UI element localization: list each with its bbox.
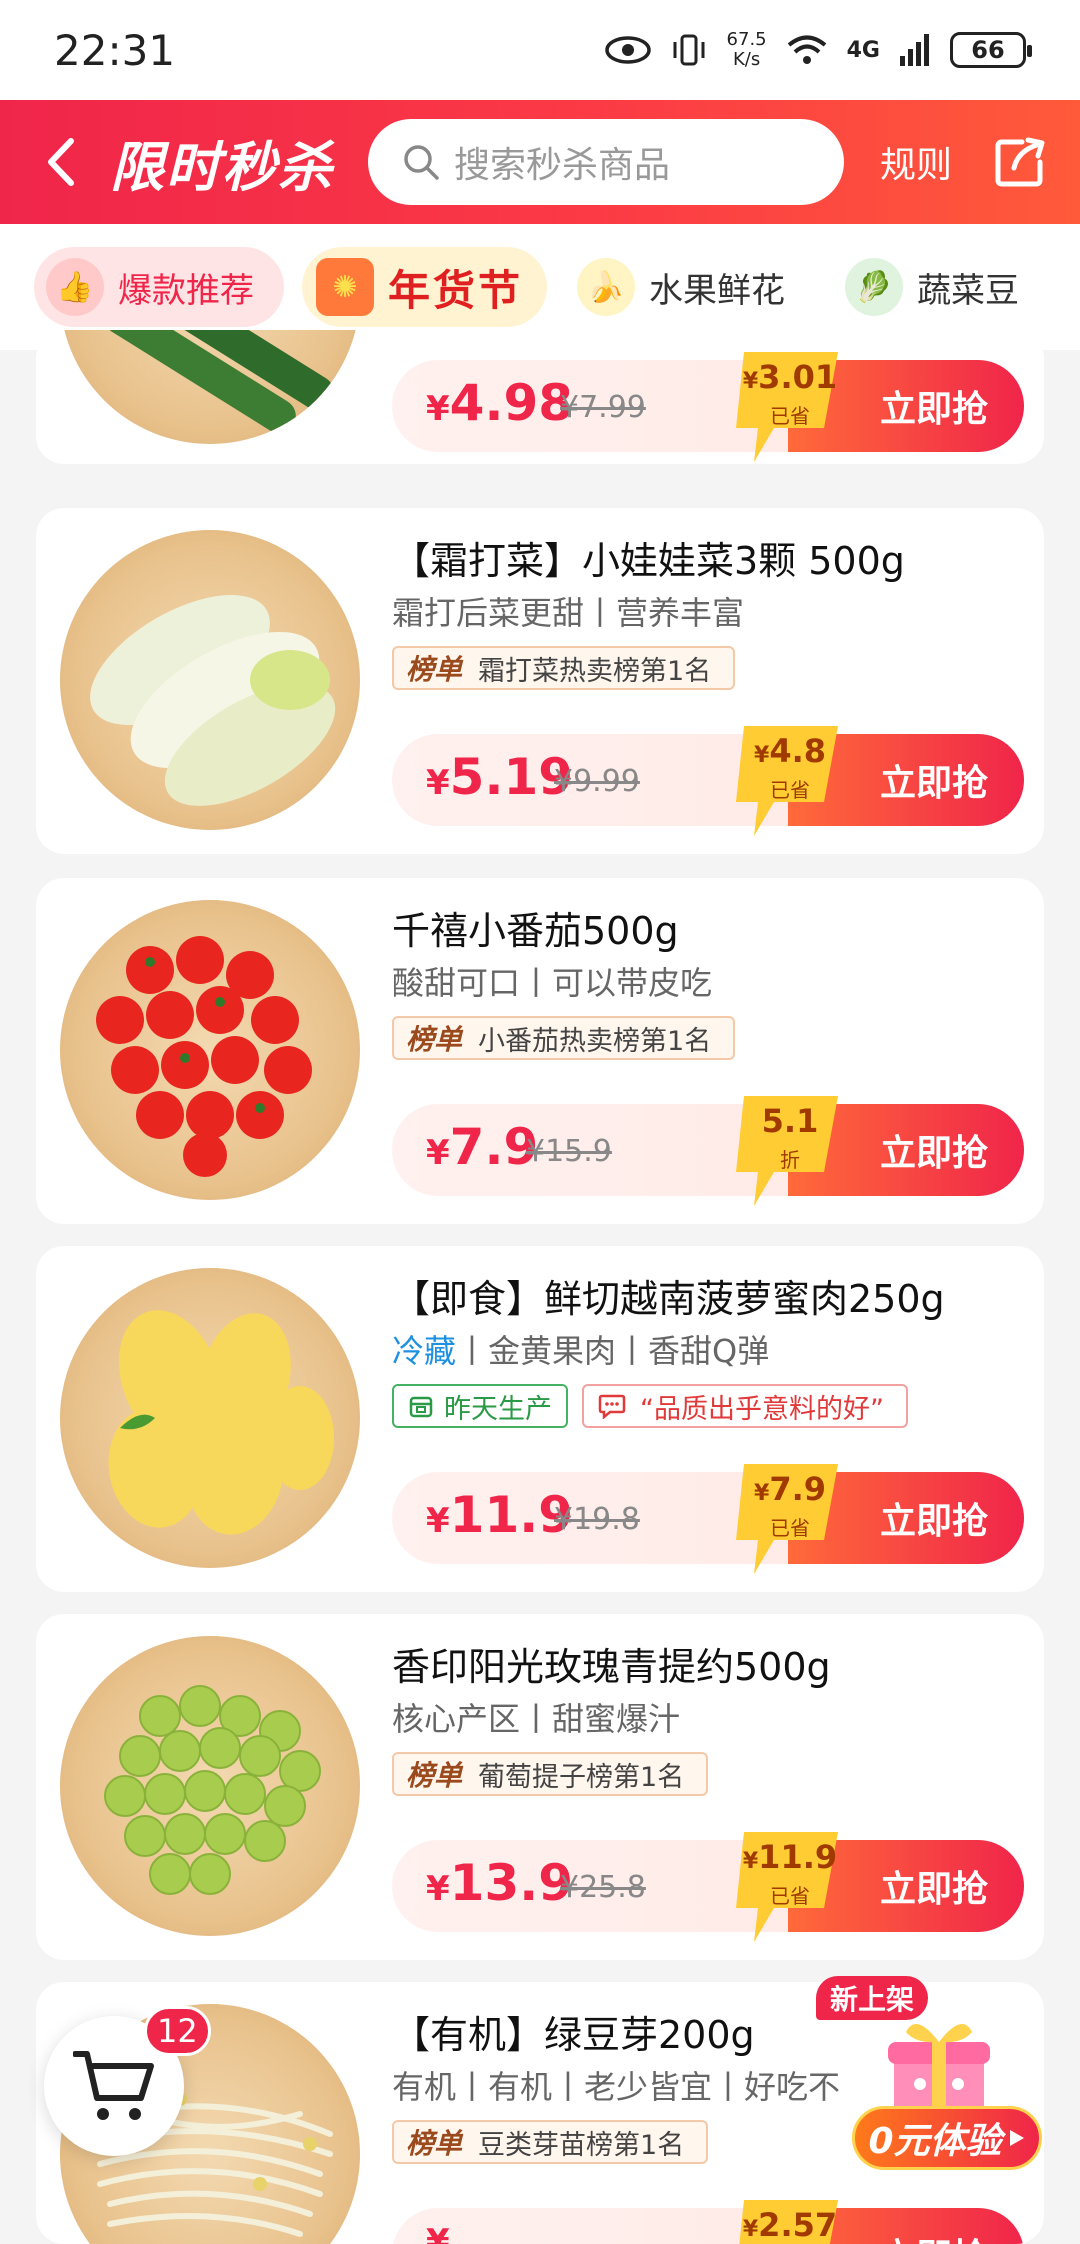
rank-badge: 榜单 豆类芽苗榜第1名 bbox=[392, 2120, 709, 2164]
product-subtitle: 有机丨有机丨老少皆宜丨好吃不 bbox=[392, 2068, 841, 2106]
net-speed: 67.5 K/s bbox=[727, 30, 767, 70]
search-placeholder: 搜索秒杀商品 bbox=[454, 145, 671, 186]
new-arrival-label: 新上架 bbox=[816, 1976, 929, 2020]
product-subtitle: 酸甜可口丨可以带皮吃 bbox=[392, 964, 713, 1002]
vibrate-icon bbox=[673, 34, 705, 66]
product-subtitle: 冷藏丨金黄果肉丨香甜Q弹 bbox=[392, 1326, 769, 1372]
battery-icon: 66 bbox=[950, 32, 1032, 68]
product-subtitle: 核心产区丨甜蜜爆汁 bbox=[392, 1700, 681, 1738]
tab-fruit-flowers[interactable]: 🍌 水果鲜花 bbox=[565, 247, 816, 327]
rules-button[interactable]: 规则 bbox=[880, 136, 952, 188]
eye-icon bbox=[604, 36, 651, 64]
share-icon[interactable] bbox=[992, 134, 1048, 190]
comment-icon bbox=[598, 1394, 626, 1419]
tab-hot-picks[interactable]: 👍 爆款推荐 bbox=[34, 247, 284, 327]
shine-muscat-grape-image bbox=[60, 1636, 360, 1936]
product-card[interactable]: 千禧小番茄500g 酸甜可口丨可以带皮吃 榜单 小番茄热卖榜第1名 ¥7.9 ¥1… bbox=[36, 878, 1044, 1224]
wifi-icon bbox=[787, 35, 826, 64]
original-price: ¥25.8 bbox=[560, 1870, 646, 1905]
banana-icon: 🍌 bbox=[577, 258, 636, 316]
tab-label: 水果鲜花 bbox=[649, 270, 786, 311]
original-price: ¥9.99 bbox=[554, 764, 640, 799]
tab-vegetables[interactable]: 🥬 蔬菜豆 bbox=[833, 247, 1050, 327]
product-title: 【即食】鲜切越南菠萝蜜肉250g bbox=[392, 1277, 945, 1321]
product-card[interactable]: 【霜打菜】小娃娃菜3颗 500g 霜打后菜更甜丨营养丰富 榜单 霜打菜热卖榜第1名… bbox=[36, 508, 1044, 854]
page-title: 限时秒杀 bbox=[110, 135, 334, 199]
sale-price: ¥4.98 bbox=[426, 374, 574, 432]
price-bar: ¥4.98 ¥7.99 立即抢 ¥3.01 已省 bbox=[392, 352, 1024, 462]
network-type: 4G bbox=[846, 37, 880, 63]
sale-price: ¥7.9 bbox=[426, 1118, 539, 1176]
price-bar: ¥ 立即抢 ¥2.57 bbox=[392, 2200, 1024, 2244]
battery-level: 66 bbox=[971, 36, 1005, 64]
product-title: 【霜打菜】小娃娃菜3颗 500g bbox=[392, 539, 905, 583]
tab-label: 蔬菜豆 bbox=[917, 270, 1020, 311]
free-trial-promo[interactable]: 新上架 0元体验 bbox=[816, 1976, 1048, 2180]
subtitle-text: 丨金黄果肉丨香甜Q弹 bbox=[456, 1332, 770, 1370]
original-price: ¥19.8 bbox=[554, 1502, 640, 1537]
saving-badge: ¥3.01 已省 bbox=[734, 348, 846, 464]
original-price: ¥7.99 bbox=[560, 390, 646, 425]
saving-badge: ¥4.8 已省 bbox=[734, 722, 846, 840]
sale-price: ¥5.19 bbox=[426, 748, 574, 806]
discount-badge: 5.1 折 bbox=[734, 1092, 846, 1210]
rank-badge: 榜单 小番茄热卖榜第1名 bbox=[392, 1016, 736, 1060]
product-card[interactable]: 香印阳光玫瑰青提约500g 核心产区丨甜蜜爆汁 榜单 葡萄提子榜第1名 ¥13.9… bbox=[36, 1614, 1044, 1960]
sale-price: ¥13.9 bbox=[426, 1854, 574, 1912]
signal-icon bbox=[900, 34, 929, 66]
product-card[interactable]: ¥4.98 ¥7.99 立即抢 ¥3.01 已省 bbox=[36, 330, 1044, 464]
jackfruit-image bbox=[60, 1268, 360, 1568]
rank-badge: 榜单 葡萄提子榜第1名 bbox=[392, 1752, 709, 1796]
product-title: 千禧小番茄500g bbox=[392, 909, 679, 953]
search-icon bbox=[404, 145, 439, 180]
thumbs-up-icon: 👍 bbox=[46, 258, 104, 316]
net-speed-unit: K/s bbox=[732, 49, 761, 70]
play-arrow-icon bbox=[1009, 2130, 1024, 2146]
price-bar: ¥13.9 ¥25.8 立即抢 ¥11.9 已省 bbox=[392, 1832, 1024, 1942]
saving-badge: ¥2.57 bbox=[734, 2196, 846, 2244]
status-time: 22:31 bbox=[54, 25, 176, 75]
status-icons: 67.5 K/s 4G 66 bbox=[604, 30, 1032, 70]
price-bar: ¥5.19 ¥9.99 立即抢 ¥4.8 已省 bbox=[392, 726, 1024, 836]
cherry-tomato-image bbox=[60, 900, 360, 1200]
tab-label: 爆款推荐 bbox=[118, 270, 254, 311]
review-tag: “品质出乎意料的好” bbox=[582, 1384, 908, 1428]
price-bar: ¥7.9 ¥15.9 立即抢 5.1 折 bbox=[392, 1096, 1024, 1206]
header-bar: 限时秒杀 搜索秒杀商品 规则 bbox=[0, 100, 1080, 224]
product-title: 香印阳光玫瑰青提约500g bbox=[392, 1645, 831, 1689]
status-bar: 22:31 67.5 K/s 4G 66 bbox=[0, 0, 1080, 100]
tag-text: “品质出乎意料的好” bbox=[640, 1393, 884, 1425]
baby-cabbage-image bbox=[60, 530, 360, 830]
sale-price: ¥ bbox=[426, 2222, 450, 2244]
cucumber-image bbox=[60, 330, 360, 444]
festival-basket-icon: ✺ bbox=[316, 258, 374, 316]
saving-badge: ¥7.9 已省 bbox=[734, 1460, 846, 1578]
net-speed-value: 67.5 bbox=[726, 29, 767, 50]
product-title: 【有机】绿豆芽200g bbox=[392, 2013, 755, 2057]
trial-label: 0元体验 bbox=[868, 2121, 1002, 2162]
vegetable-icon: 🥬 bbox=[845, 258, 904, 316]
original-price: ¥15.9 bbox=[526, 1134, 612, 1169]
cart-count-badge: 12 bbox=[144, 2006, 211, 2056]
tab-label: 年货节 bbox=[388, 265, 524, 315]
price-bar: ¥11.9 ¥19.8 立即抢 ¥7.9 已省 bbox=[392, 1464, 1024, 1574]
saving-badge: ¥11.9 已省 bbox=[734, 1828, 846, 1946]
calendar-icon bbox=[409, 1396, 433, 1418]
tag-text: 昨天生产 bbox=[444, 1393, 552, 1425]
rank-badge: 榜单 霜打菜热卖榜第1名 bbox=[392, 646, 736, 690]
product-card[interactable]: 【即食】鲜切越南菠萝蜜肉250g 冷藏丨金黄果肉丨香甜Q弹 昨天生产 “品质出乎… bbox=[36, 1246, 1044, 1592]
product-subtitle: 霜打后菜更甜丨营养丰富 bbox=[392, 594, 745, 632]
search-input[interactable]: 搜索秒杀商品 bbox=[368, 119, 844, 205]
back-arrow-icon bbox=[48, 138, 74, 186]
tab-new-year-festival[interactable]: ✺ 年货节 bbox=[302, 247, 548, 327]
storage-tag: 冷藏 bbox=[392, 1332, 457, 1370]
back-button[interactable] bbox=[30, 132, 90, 192]
production-date-tag: 昨天生产 bbox=[392, 1384, 568, 1428]
free-trial-button[interactable]: 0元体验 bbox=[852, 2106, 1042, 2170]
sale-price: ¥11.9 bbox=[426, 1486, 574, 1544]
cart-icon bbox=[73, 2051, 154, 2120]
